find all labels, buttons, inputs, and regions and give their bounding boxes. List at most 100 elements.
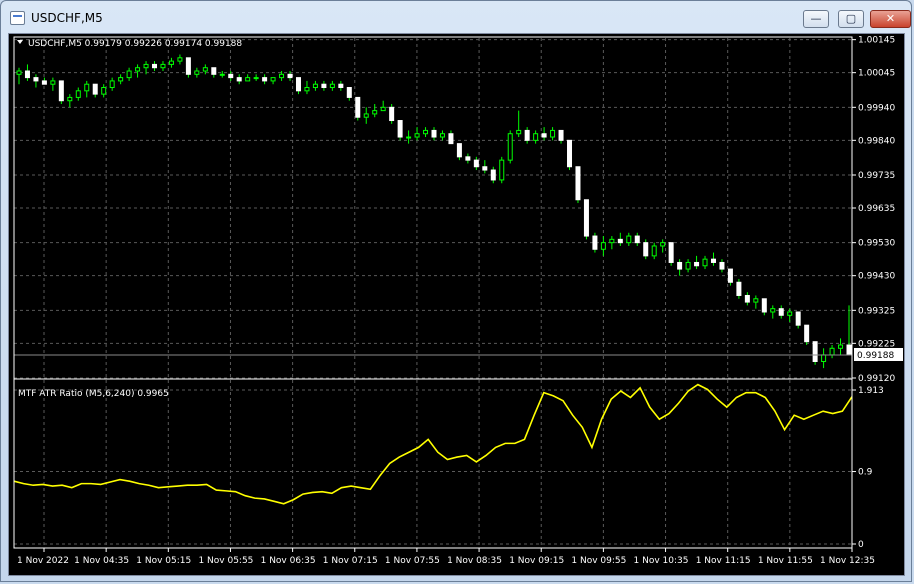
candle-body [363, 113, 369, 118]
price-candles [16, 54, 852, 369]
price-label: 0.99635 [858, 204, 895, 214]
candle-body [143, 63, 149, 69]
candle-body [710, 258, 716, 263]
candle-body [634, 235, 640, 244]
candle-body [600, 242, 606, 250]
candle-body [439, 133, 445, 138]
time-label: 1 Nov 05:15 [136, 556, 191, 566]
candle-body [524, 129, 530, 141]
candle-body [84, 83, 90, 92]
candle-body [126, 70, 132, 79]
candle-body [92, 83, 98, 95]
candle-body [787, 311, 793, 316]
candle-body [287, 73, 293, 79]
candle-body [609, 238, 615, 244]
candle-body [312, 83, 318, 89]
candle-body [228, 73, 234, 79]
candle-body [160, 63, 166, 69]
chart-window: USDCHF,M5 — ▢ ✕ USDCHF,M5 0.99179 0.9922… [0, 0, 912, 582]
candle-body [41, 80, 47, 85]
candle-body [592, 235, 598, 250]
candle-body [270, 77, 276, 82]
time-label: 1 Nov 09:15 [509, 556, 564, 566]
candle-body [583, 199, 589, 237]
candle-body [346, 87, 352, 98]
candle-body [329, 83, 335, 89]
price-label: 0.99940 [858, 103, 895, 113]
candle-body [685, 261, 691, 270]
candle-body [795, 311, 801, 326]
plot-border [13, 36, 853, 549]
candle-body [575, 166, 581, 201]
chart-grid [14, 38, 853, 548]
time-label: 1 Nov 11:15 [696, 556, 751, 566]
chart-area[interactable]: USDCHF,M5 0.99179 0.99226 0.99174 0.9918… [8, 33, 905, 576]
candle-body [185, 57, 191, 75]
candle-body [380, 106, 386, 112]
candle-body [744, 294, 750, 303]
candle-body [321, 83, 327, 89]
candle-body [219, 73, 225, 76]
price-label: 0.99530 [858, 239, 895, 249]
candle-body [152, 63, 158, 69]
candle-body [33, 77, 39, 82]
title-bar[interactable]: USDCHF,M5 — ▢ ✕ [1, 1, 911, 33]
close-button[interactable]: ✕ [870, 10, 911, 28]
candle-body [694, 261, 700, 267]
candle-body [770, 308, 776, 313]
time-label: 1 Nov 05:55 [198, 556, 253, 566]
indicator-scale-label: 0.9 [858, 468, 873, 478]
candle-body [541, 133, 547, 138]
candle-body [101, 87, 107, 95]
candle-body [50, 80, 56, 85]
price-label: 0.99225 [858, 339, 895, 349]
price-label: 0.99120 [858, 374, 895, 384]
candle-body [465, 156, 471, 161]
chart-canvas[interactable]: USDCHF,M5 0.99179 0.99226 0.99174 0.9918… [9, 34, 906, 577]
candle-body [236, 77, 242, 82]
candle-body [533, 133, 539, 141]
indicator-scale-label: 0 [858, 540, 864, 550]
minimize-button[interactable]: — [803, 10, 829, 28]
candle-body [245, 77, 251, 82]
candle-body [643, 242, 649, 257]
price-scale[interactable]: 1.00145 1.00045 0.99940 0.99840 0.99735 0.996… [852, 36, 895, 384]
time-axis: 1 Nov 2022 1 Nov 04:35 1 Nov 05:15 1 Nov 05… [17, 548, 875, 566]
candle-body [499, 159, 505, 181]
candle-body [448, 133, 454, 145]
candle-body [295, 77, 301, 92]
candle-body [516, 129, 522, 135]
atr-ratio-series [13, 383, 853, 505]
candle-body [804, 324, 810, 343]
candle-body [719, 261, 725, 270]
candle-body [414, 133, 420, 138]
candle-body [109, 80, 115, 89]
candle-body [617, 238, 623, 244]
indicator-scale: 1.913 0.9 0 [852, 386, 884, 550]
time-label: 1 Nov 07:15 [323, 556, 378, 566]
price-label: 0.99840 [858, 136, 895, 146]
candle-body [456, 143, 462, 158]
indicator-scale-label: 1.913 [858, 386, 884, 396]
time-label: 1 Nov 09:55 [571, 556, 626, 566]
chart-header-arrow-icon[interactable] [17, 40, 23, 44]
candle-body [253, 77, 259, 80]
candle-body [58, 80, 64, 102]
price-label: 0.99430 [858, 272, 895, 282]
candle-body [75, 90, 81, 98]
price-label: 1.00045 [858, 69, 895, 79]
time-label: 1 Nov 07:55 [385, 556, 440, 566]
maximize-button[interactable]: ▢ [838, 10, 864, 28]
candle-body [118, 77, 124, 82]
candle-body [846, 344, 852, 356]
candle-body [660, 242, 666, 247]
candle-body [389, 106, 395, 122]
candle-body [829, 347, 835, 356]
time-label: 1 Nov 2022 [17, 556, 69, 566]
candle-body [727, 268, 733, 283]
candle-body [355, 96, 361, 118]
candle-body [473, 159, 479, 168]
price-label: 0.99325 [858, 306, 895, 316]
candle-body [668, 242, 674, 263]
candle-body [821, 354, 827, 362]
